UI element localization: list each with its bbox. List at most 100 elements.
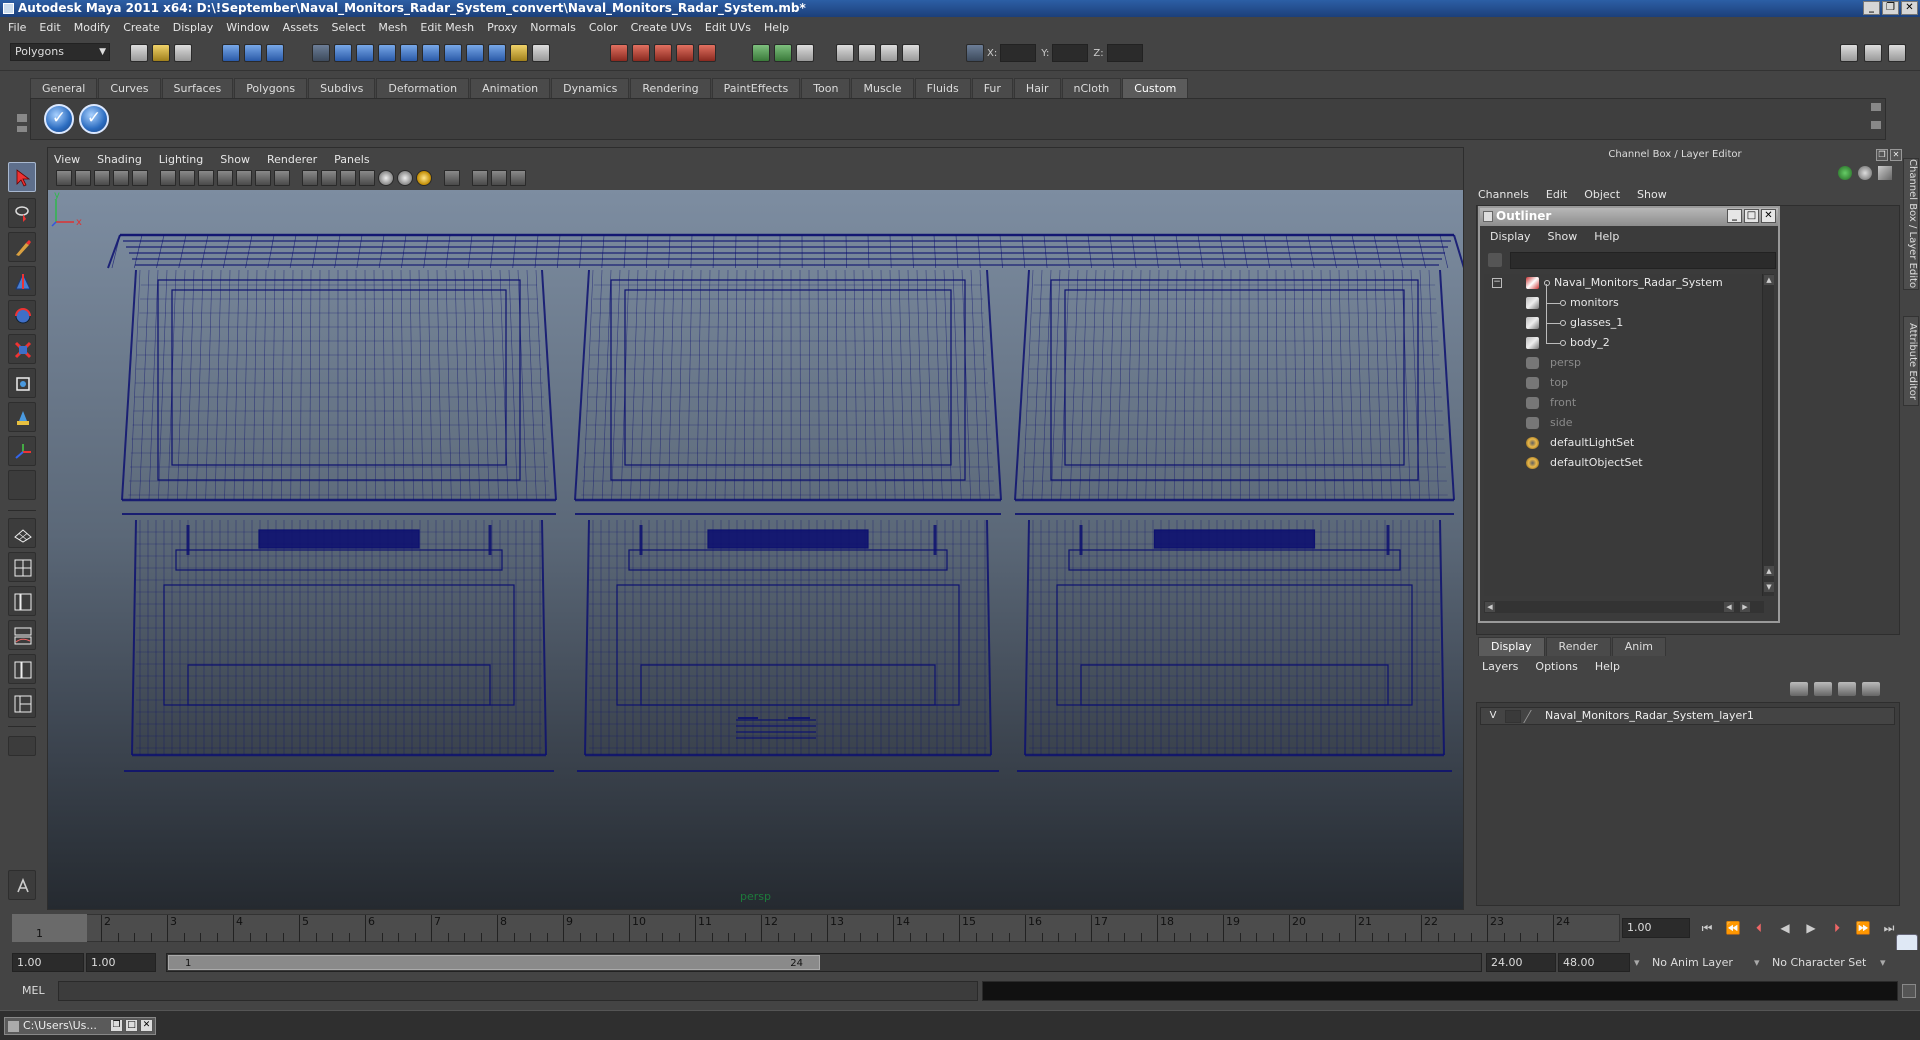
outliner-item-side[interactable]: side	[1484, 414, 1764, 432]
select-rendering-icon[interactable]	[466, 44, 484, 62]
outliner-item-defaultobjectset[interactable]: defaultObjectSet	[1484, 454, 1764, 472]
chevron-down-icon[interactable]: ▾	[1634, 953, 1640, 972]
layer-row[interactable]: V Naval_Monitors_Radar_System_layer1	[1480, 707, 1895, 725]
shelf-tab-general[interactable]: General	[30, 78, 98, 98]
move-layer-up-icon[interactable]	[1838, 682, 1856, 696]
select-curves-icon[interactable]	[378, 44, 396, 62]
shadows-icon[interactable]	[416, 170, 432, 186]
outliner-item-defaultlightset[interactable]: defaultLightSet	[1484, 434, 1764, 452]
menu-select[interactable]: Select	[331, 21, 365, 34]
paint-select-tool[interactable]	[8, 232, 36, 262]
outliner-item-front[interactable]: front	[1484, 394, 1764, 412]
menu-create[interactable]: Create	[123, 21, 160, 34]
z-field[interactable]	[1106, 44, 1143, 62]
persp-graph-layout[interactable]	[8, 620, 36, 650]
safe-action-icon[interactable]	[255, 170, 271, 186]
wireframe-on-shaded-icon[interactable]	[340, 170, 356, 186]
render-settings-icon[interactable]	[902, 44, 920, 62]
step-forward-key-icon[interactable]: ⏵	[1828, 920, 1846, 936]
restore-icon[interactable]: ❐	[110, 1019, 123, 1032]
viewport-menu-renderer[interactable]: Renderer	[267, 153, 317, 166]
new-layer-icon[interactable]	[1790, 682, 1808, 696]
script-editor-icon[interactable]	[1902, 984, 1916, 998]
menu-edit-uvs[interactable]: Edit UVs	[705, 21, 751, 34]
outliner-item-body-2[interactable]: body_2	[1484, 334, 1764, 352]
playback-start-field[interactable]: 1.00	[86, 953, 156, 972]
shelf-tab-polygons[interactable]: Polygons	[234, 78, 308, 98]
four-view-layout[interactable]	[8, 552, 36, 582]
menu-assets[interactable]: Assets	[283, 21, 319, 34]
channel-layer-icon[interactable]	[1878, 166, 1892, 180]
resolution-gate-icon[interactable]	[198, 170, 214, 186]
new-layer-from-selection-icon[interactable]	[1814, 682, 1832, 696]
question-icon[interactable]	[488, 44, 506, 62]
shelf-tab-deformation[interactable]: Deformation	[376, 78, 470, 98]
move-tool[interactable]	[8, 266, 36, 296]
select-handles-icon[interactable]	[334, 44, 352, 62]
layout-options-button[interactable]	[8, 736, 36, 756]
input-operations-icon[interactable]	[752, 44, 770, 62]
go-to-start-icon[interactable]: ⏮	[1698, 920, 1716, 936]
outliner-menu-show[interactable]: Show	[1548, 230, 1578, 243]
bookmarks-icon[interactable]	[94, 170, 110, 186]
scroll-up-icon[interactable]: ▲	[1764, 566, 1774, 576]
viewport-menu-view[interactable]: View	[54, 153, 80, 166]
shelf-tab-fur[interactable]: Fur	[971, 78, 1013, 98]
all-lights-icon[interactable]	[397, 170, 413, 186]
outliner-vertical-scrollbar[interactable]: ▲ ▲ ▼	[1762, 274, 1774, 596]
select-component-icon[interactable]	[266, 44, 284, 62]
last-tool-used[interactable]	[8, 470, 36, 500]
outliner-item-naval-monitors-radar-system[interactable]: − Naval_Monitors_Radar_System	[1484, 274, 1764, 292]
select-object-icon[interactable]	[244, 44, 262, 62]
step-back-key-icon[interactable]: ⏴	[1750, 920, 1768, 936]
select-camera-icon[interactable]	[56, 170, 72, 186]
lock-selection-icon[interactable]	[510, 44, 528, 62]
menu-mesh[interactable]: Mesh	[378, 21, 407, 34]
step-back-frame-icon[interactable]: ⏪	[1724, 920, 1742, 936]
minimize-button[interactable]: _	[1863, 1, 1880, 15]
viewport-menu-shading[interactable]: Shading	[97, 153, 142, 166]
select-dynamics-icon[interactable]	[444, 44, 462, 62]
soft-modification-tool[interactable]	[8, 402, 36, 432]
layer-editor-icon[interactable]	[1858, 166, 1872, 180]
close-panel-button[interactable]: ✕	[1890, 149, 1902, 161]
script-editor-button[interactable]	[8, 870, 36, 900]
shelf-tab-muscle[interactable]: Muscle	[851, 78, 914, 98]
play-backward-icon[interactable]: ◀	[1776, 920, 1794, 936]
ipr-render-icon[interactable]	[880, 44, 898, 62]
layer-menu-help[interactable]: Help	[1595, 660, 1620, 676]
outliner-item-persp[interactable]: persp	[1484, 354, 1764, 372]
shelf-tab-dynamics[interactable]: Dynamics	[551, 78, 630, 98]
shelf-tab-toon[interactable]: Toon	[801, 78, 851, 98]
highlight-selection-icon[interactable]	[532, 44, 550, 62]
anim-layer-dropdown[interactable]: No Anim Layer	[1652, 953, 1733, 972]
snap-grid-icon[interactable]	[610, 44, 628, 62]
go-to-end-icon[interactable]: ⏭	[1880, 920, 1898, 936]
close-button[interactable]: ✕	[1901, 1, 1918, 15]
render-current-frame-icon[interactable]	[858, 44, 876, 62]
mel-command-input[interactable]	[58, 981, 978, 1001]
chevron-down-icon[interactable]: ▾	[1880, 953, 1886, 972]
shelf-options-strip[interactable]	[14, 74, 28, 138]
range-slider[interactable]: 1 24	[166, 953, 1482, 972]
menu-modify[interactable]: Modify	[74, 21, 110, 34]
scroll-left-icon[interactable]: ◀	[1724, 602, 1734, 612]
shelf-tab-fluids[interactable]: Fluids	[914, 78, 971, 98]
persp-graph-outliner-layout[interactable]	[8, 688, 36, 718]
checkmark-icon[interactable]: ✓	[44, 104, 74, 134]
make-live-icon[interactable]	[698, 44, 716, 62]
menu-set-dropdown[interactable]: Polygons ▼	[10, 43, 110, 61]
outliner-item-glasses-1[interactable]: glasses_1	[1484, 314, 1764, 332]
channel-box-side-tab[interactable]: Channel Box / Layer Editor	[1903, 158, 1919, 290]
open-scene-icon[interactable]	[152, 44, 170, 62]
layer-menu-layers[interactable]: Layers	[1482, 660, 1518, 676]
smooth-shade-icon[interactable]	[321, 170, 337, 186]
shelf-tab-ncloth[interactable]: nCloth	[1061, 78, 1122, 98]
time-slider[interactable]: 123456789101112131415161718192021222324	[12, 914, 1620, 942]
menu-color[interactable]: Color	[589, 21, 618, 34]
render-view-icon[interactable]	[836, 44, 854, 62]
viewport-menu-show[interactable]: Show	[220, 153, 250, 166]
safe-title-icon[interactable]	[274, 170, 290, 186]
play-forward-icon[interactable]: ▶	[1802, 920, 1820, 936]
snap-curve-icon[interactable]	[632, 44, 650, 62]
